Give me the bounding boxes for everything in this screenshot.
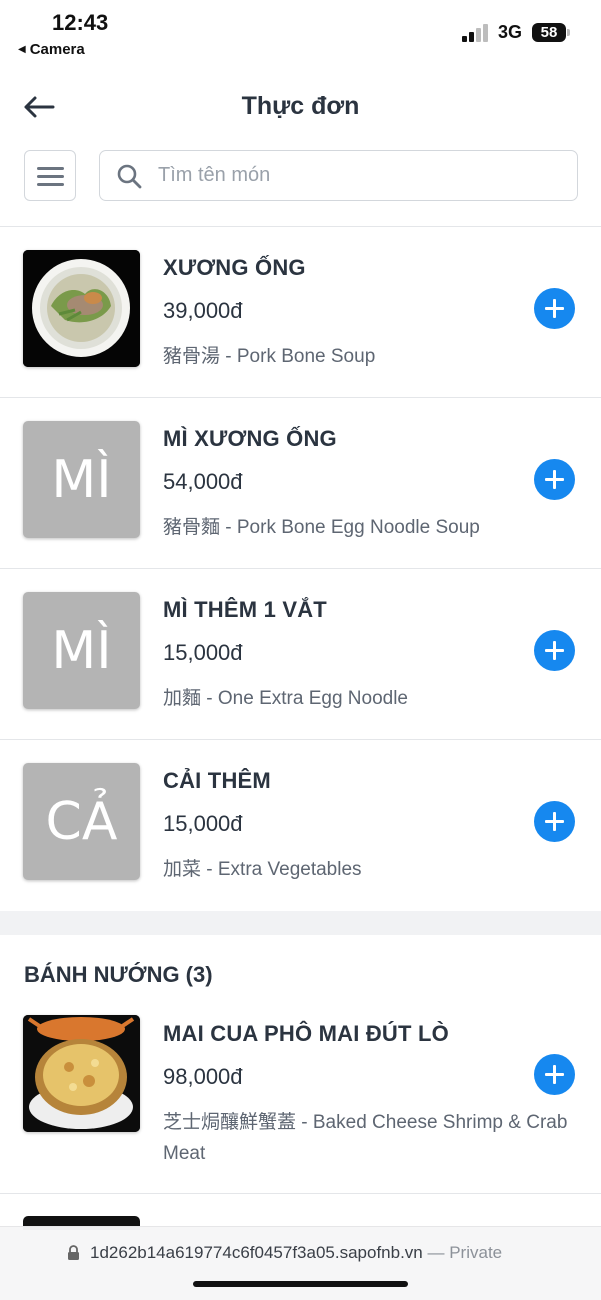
item-price: 98,000đ <box>163 1064 243 1089</box>
add-item-button[interactable] <box>534 459 575 500</box>
search-icon <box>117 164 142 189</box>
soup-bowl-image <box>23 250 140 367</box>
add-item-button[interactable] <box>534 801 575 842</box>
browser-url-bar[interactable] <box>0 1226 601 1300</box>
signal-strength-icon <box>462 24 492 42</box>
lock-icon <box>68 1245 79 1260</box>
item-thumb-placeholder: MÌ <box>23 421 140 538</box>
url-text[interactable]: 1d262b14a619774c6f0457f3a05.sapofnb.vn —… <box>90 1243 502 1263</box>
item-description: 豬骨麵 - Pork Bone Egg Noodle Soup <box>163 517 480 538</box>
item-photo-soup <box>23 250 140 367</box>
divider <box>0 739 601 740</box>
add-item-button[interactable] <box>534 1054 575 1095</box>
item-price: 15,000đ <box>163 811 243 836</box>
item-photo-baked-crab <box>23 1015 140 1132</box>
item-name: MÌ THÊM 1 VẮT <box>163 597 327 622</box>
search-input[interactable] <box>150 152 570 199</box>
item-name: CẢI THÊM <box>163 768 271 793</box>
item-thumb-placeholder: MÌ <box>23 592 140 709</box>
add-item-button[interactable] <box>534 630 575 671</box>
divider <box>0 226 601 227</box>
add-item-button[interactable] <box>534 288 575 329</box>
private-mode-label: — Private <box>427 1243 503 1262</box>
back-triangle-icon: ◀ <box>18 44 26 55</box>
item-name: MAI CUA PHÔ MAI ĐÚT LÒ <box>163 1021 449 1046</box>
section-separator <box>0 911 601 935</box>
back-to-app-link[interactable]: ◀ Camera <box>18 41 85 58</box>
divider <box>0 1193 601 1194</box>
divider <box>0 568 601 569</box>
network-type: 3G <box>498 22 523 42</box>
battery-icon: 58 <box>532 23 570 42</box>
url-domain: 1d262b14a619774c6f0457f3a05.sapofnb.vn <box>90 1243 423 1262</box>
item-price: 15,000đ <box>163 640 243 665</box>
hamburger-icon <box>37 167 64 170</box>
status-time: 12:43 <box>52 10 109 35</box>
item-thumb-placeholder: CẢ <box>23 763 140 880</box>
item-description: 豬骨湯 - Pork Bone Soup <box>163 346 376 367</box>
home-indicator[interactable] <box>193 1281 408 1287</box>
divider <box>0 397 601 398</box>
item-price: 54,000đ <box>163 469 243 494</box>
section-title: BÁNH NƯỚNG (3) <box>24 962 213 987</box>
item-description: 加麵 - One Extra Egg Noodle <box>163 688 408 709</box>
item-price: 39,000đ <box>163 298 243 323</box>
item-description: 芝士焗釀鮮蟹蓋 - Baked Cheese Shrimp & Crab Mea… <box>163 1112 568 1164</box>
page-title: Thực đơn <box>241 92 360 120</box>
category-menu-button[interactable] <box>24 150 76 201</box>
status-bar: 12:43 ◀ Camera 3G 58 <box>0 0 601 66</box>
item-name: MÌ XƯƠNG ỐNG <box>163 426 337 451</box>
item-name: XƯƠNG ỐNG <box>163 255 306 280</box>
back-app-label: Camera <box>29 41 85 58</box>
baked-crab-image <box>23 1015 140 1132</box>
item-description: 加菜 - Extra Vegetables <box>163 859 362 880</box>
